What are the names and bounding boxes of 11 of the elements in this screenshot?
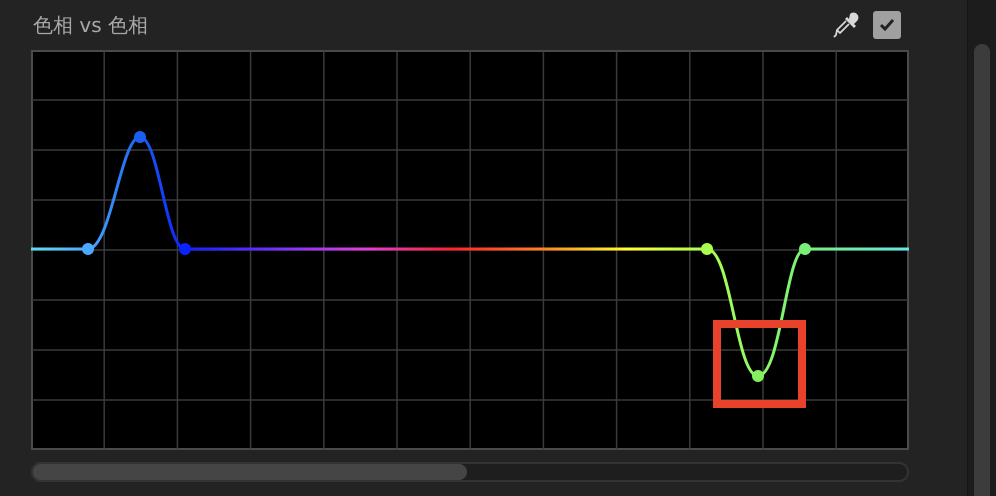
hue-curve[interactable] bbox=[31, 136, 909, 378]
scrollbar-thumb[interactable] bbox=[33, 464, 467, 480]
control-point[interactable] bbox=[82, 243, 94, 255]
control-point[interactable] bbox=[752, 370, 764, 382]
control-point[interactable] bbox=[701, 243, 713, 255]
eyedropper-icon[interactable] bbox=[831, 10, 861, 40]
panel-title: 色相 vs 色相 bbox=[32, 12, 149, 38]
vertical-scrollbar[interactable] bbox=[974, 44, 990, 496]
checkbox[interactable] bbox=[873, 11, 901, 39]
horizontal-scrollbar[interactable] bbox=[31, 462, 909, 482]
control-point[interactable] bbox=[799, 243, 811, 255]
